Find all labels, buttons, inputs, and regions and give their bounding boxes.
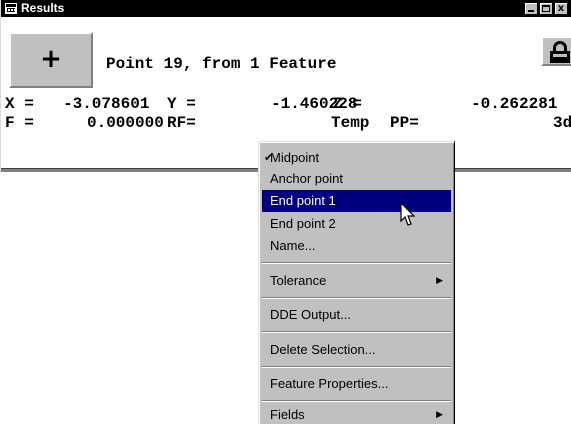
submenu-arrow-icon: ▶: [436, 276, 443, 286]
field-label-pp: PP=: [390, 114, 419, 132]
field-value-x: -3.078601: [63, 95, 150, 113]
menu-item-label: Feature Properties...: [270, 376, 389, 391]
field-value-f: 0.000000: [87, 114, 164, 132]
menu-separator: [262, 262, 451, 264]
results-window-icon[interactable]: [5, 3, 17, 14]
menu-separator: [262, 400, 451, 402]
menu-item-anchor-point[interactable]: Anchor point: [262, 168, 451, 190]
crosshair-button[interactable]: +: [9, 32, 93, 88]
results-heading: Point 19, from 1 Feature: [106, 55, 337, 73]
menu-item-label: DDE Output...: [270, 307, 351, 322]
crosshair-icon: +: [40, 44, 62, 74]
menu-item-delete-selection[interactable]: Delete Selection...: [262, 339, 451, 361]
context-menu: ✔ Midpoint Anchor point End point 1 End …: [258, 141, 455, 424]
menu-item-label: Fields: [270, 407, 305, 422]
field-value-rf: Temp: [331, 114, 370, 132]
lock-button[interactable]: [541, 36, 571, 66]
menu-item-midpoint[interactable]: ✔ Midpoint: [262, 147, 451, 169]
menu-item-dde-output[interactable]: DDE Output...: [262, 304, 451, 326]
title-bar[interactable]: Results x: [1, 0, 571, 17]
menu-item-tolerance[interactable]: Tolerance ▶: [262, 270, 451, 292]
menu-separator: [262, 297, 451, 299]
minimize-icon[interactable]: [524, 2, 538, 15]
close-icon[interactable]: x: [554, 2, 568, 15]
field-value-pp: 3d: [553, 114, 571, 132]
maximize-icon[interactable]: [539, 2, 553, 15]
field-label-rf: RF=: [167, 114, 196, 132]
field-label-f: F =: [5, 114, 34, 132]
menu-item-label: End point 2: [270, 216, 336, 231]
field-value-z: -0.262281: [471, 95, 558, 113]
menu-separator: [262, 366, 451, 368]
menu-item-label: Anchor point: [270, 171, 343, 186]
menu-item-end-point-2[interactable]: End point 2: [262, 213, 451, 235]
field-label-y: Y =: [167, 95, 196, 113]
menu-item-label: Midpoint: [270, 150, 320, 165]
fields-row-2: F = 0.000000 RF= Temp PP= 3d: [5, 114, 571, 258]
menu-item-label: Name...: [270, 238, 316, 253]
menu-item-label: Tolerance: [270, 273, 327, 288]
checkmark-icon: ✔: [264, 151, 274, 164]
field-label-x: X =: [5, 95, 34, 113]
menu-item-end-point-1[interactable]: End point 1: [262, 190, 451, 212]
menu-item-fields[interactable]: Fields ▶: [262, 404, 451, 426]
window-title: Results: [21, 1, 65, 15]
menu-item-label: End point 1: [270, 193, 336, 208]
menu-separator: [262, 331, 451, 333]
mouse-cursor-icon: [400, 202, 416, 226]
submenu-arrow-icon: ▶: [436, 410, 443, 420]
menu-item-name[interactable]: Name...: [262, 235, 451, 257]
menu-item-feature-properties[interactable]: Feature Properties...: [262, 373, 451, 395]
menu-item-label: Delete Selection...: [270, 342, 376, 357]
field-label-z: Z =: [333, 95, 362, 113]
